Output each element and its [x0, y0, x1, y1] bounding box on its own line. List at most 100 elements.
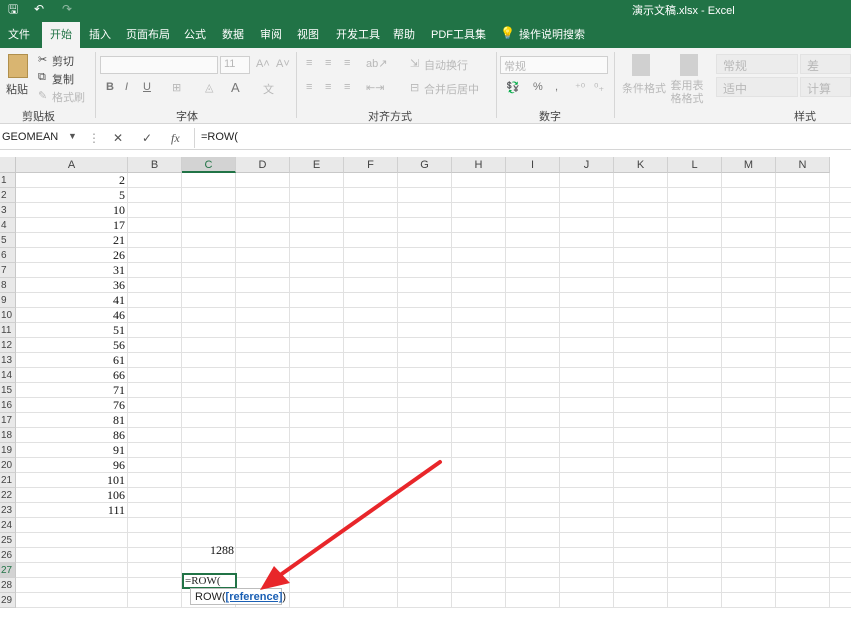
active-cell-c27[interactable]: =ROW( [182, 573, 237, 589]
paste-button[interactable]: 粘贴 [6, 81, 28, 97]
column-header-i[interactable]: I [506, 157, 560, 173]
row-header-29[interactable]: 29 [0, 593, 16, 608]
cell-a11[interactable]: 51 [16, 323, 125, 338]
row-header-3[interactable]: 3 [0, 203, 16, 218]
row-header-11[interactable]: 11 [0, 323, 16, 338]
column-header-l[interactable]: L [668, 157, 722, 173]
tab-help[interactable]: 帮助 [393, 26, 415, 42]
cell-a16[interactable]: 76 [16, 398, 125, 413]
decrease-decimal-icon[interactable]: ⁰₊ [594, 81, 604, 94]
row-header-6[interactable]: 6 [0, 248, 16, 263]
cell-a12[interactable]: 56 [16, 338, 125, 353]
row-header-15[interactable]: 15 [0, 383, 16, 398]
formula-input[interactable]: =ROW( [194, 128, 851, 148]
cell-a17[interactable]: 81 [16, 413, 125, 428]
cell-a9[interactable]: 41 [16, 293, 125, 308]
row-header-16[interactable]: 16 [0, 398, 16, 413]
comma-button[interactable]: , [555, 81, 558, 93]
row-header-14[interactable]: 14 [0, 368, 16, 383]
align-bottom-icon[interactable]: ≡ [344, 57, 350, 69]
phonetic-icon[interactable]: 文 [263, 81, 274, 97]
column-header-g[interactable]: G [398, 157, 452, 173]
row-header-23[interactable]: 23 [0, 503, 16, 518]
cell-a13[interactable]: 61 [16, 353, 125, 368]
font-name-dropdown[interactable] [100, 56, 218, 74]
column-header-e[interactable]: E [290, 157, 344, 173]
cell-a3[interactable]: 10 [16, 203, 125, 218]
wrap-icon[interactable]: ⇲ [410, 57, 419, 70]
style-neutral[interactable]: 适中 [716, 77, 798, 97]
scissors-icon[interactable]: ✂ [38, 53, 47, 66]
row-header-28[interactable]: 28 [0, 578, 16, 593]
row-header-9[interactable]: 9 [0, 293, 16, 308]
cell-a22[interactable]: 106 [16, 488, 125, 503]
cell-a2[interactable]: 5 [16, 188, 125, 203]
row-header-17[interactable]: 17 [0, 413, 16, 428]
fill-color-icon[interactable]: ◬ [205, 81, 213, 94]
merge-center-button[interactable]: 合并后居中 [424, 81, 479, 97]
row-header-19[interactable]: 19 [0, 443, 16, 458]
row-header-10[interactable]: 10 [0, 308, 16, 323]
undo-icon[interactable]: ↶ [34, 1, 44, 17]
row-header-5[interactable]: 5 [0, 233, 16, 248]
cut-button[interactable]: 剪切 [52, 53, 74, 69]
format-table-button[interactable]: 套用表格格式 [666, 80, 708, 106]
align-right-icon[interactable]: ≡ [344, 81, 350, 93]
column-header-d[interactable]: D [236, 157, 290, 173]
bold-button[interactable]: B [106, 81, 114, 93]
column-header-a[interactable]: A [16, 157, 128, 173]
row-header-22[interactable]: 22 [0, 488, 16, 503]
tab-insert[interactable]: 插入 [89, 26, 111, 42]
row-header-2[interactable]: 2 [0, 188, 16, 203]
column-header-k[interactable]: K [614, 157, 668, 173]
font-color-icon[interactable]: A [231, 80, 240, 95]
format-table-icon[interactable] [680, 54, 698, 76]
cell-a4[interactable]: 17 [16, 218, 125, 233]
align-center-icon[interactable]: ≡ [325, 81, 331, 93]
style-bad[interactable]: 差 [800, 54, 851, 74]
percent-button[interactable]: % [533, 81, 543, 93]
row-header-12[interactable]: 12 [0, 338, 16, 353]
tab-review[interactable]: 审阅 [260, 26, 282, 42]
orientation-icon[interactable]: ab↗ [366, 57, 387, 70]
indent-icon[interactable]: ⇤⇥ [366, 81, 384, 94]
border-icon[interactable]: ⊞ [172, 81, 181, 94]
cell-a21[interactable]: 101 [16, 473, 125, 488]
paste-icon[interactable] [8, 54, 28, 78]
row-header-20[interactable]: 20 [0, 458, 16, 473]
style-calculation[interactable]: 计算 [800, 77, 851, 97]
align-middle-icon[interactable]: ≡ [325, 57, 331, 69]
tab-formulas[interactable]: 公式 [184, 26, 206, 42]
cell-a5[interactable]: 21 [16, 233, 125, 248]
select-all-corner[interactable] [0, 157, 16, 173]
cell-a23[interactable]: 111 [16, 503, 125, 518]
currency-icon[interactable]: 💱 [506, 81, 520, 94]
column-header-j[interactable]: J [560, 157, 614, 173]
column-header-m[interactable]: M [722, 157, 776, 173]
wrap-text-button[interactable]: 自动换行 [424, 57, 468, 73]
copy-button[interactable]: 复制 [52, 71, 74, 87]
font-size-dropdown[interactable]: 11 [220, 56, 250, 74]
cell-a20[interactable]: 96 [16, 458, 125, 473]
format-painter-button[interactable]: 格式刷 [52, 89, 85, 105]
insert-function-icon[interactable]: fx [171, 131, 180, 146]
lightbulb-icon[interactable]: 💡 [500, 26, 515, 40]
tooltip-argument-reference[interactable]: [reference] [226, 591, 283, 603]
row-header-25[interactable]: 25 [0, 533, 16, 548]
cell-a19[interactable]: 91 [16, 443, 125, 458]
tab-home[interactable]: 开始 [42, 22, 80, 48]
cell-a10[interactable]: 46 [16, 308, 125, 323]
redo-icon[interactable]: ↷ [62, 1, 72, 17]
grow-font-icon[interactable]: A˄ [256, 58, 270, 70]
underline-button[interactable]: U [143, 81, 151, 93]
row-header-26[interactable]: 26 [0, 548, 16, 563]
column-header-f[interactable]: F [344, 157, 398, 173]
copy-icon[interactable]: ⧉ [38, 71, 46, 84]
cell-c25[interactable]: 1288 [182, 543, 234, 558]
column-header-b[interactable]: B [128, 157, 182, 173]
tab-data[interactable]: 数据 [222, 26, 244, 42]
cell-a18[interactable]: 86 [16, 428, 125, 443]
row-header-1[interactable]: 1 [0, 173, 16, 188]
cell-a6[interactable]: 26 [16, 248, 125, 263]
conditional-format-button[interactable]: 条件格式 [622, 80, 666, 96]
